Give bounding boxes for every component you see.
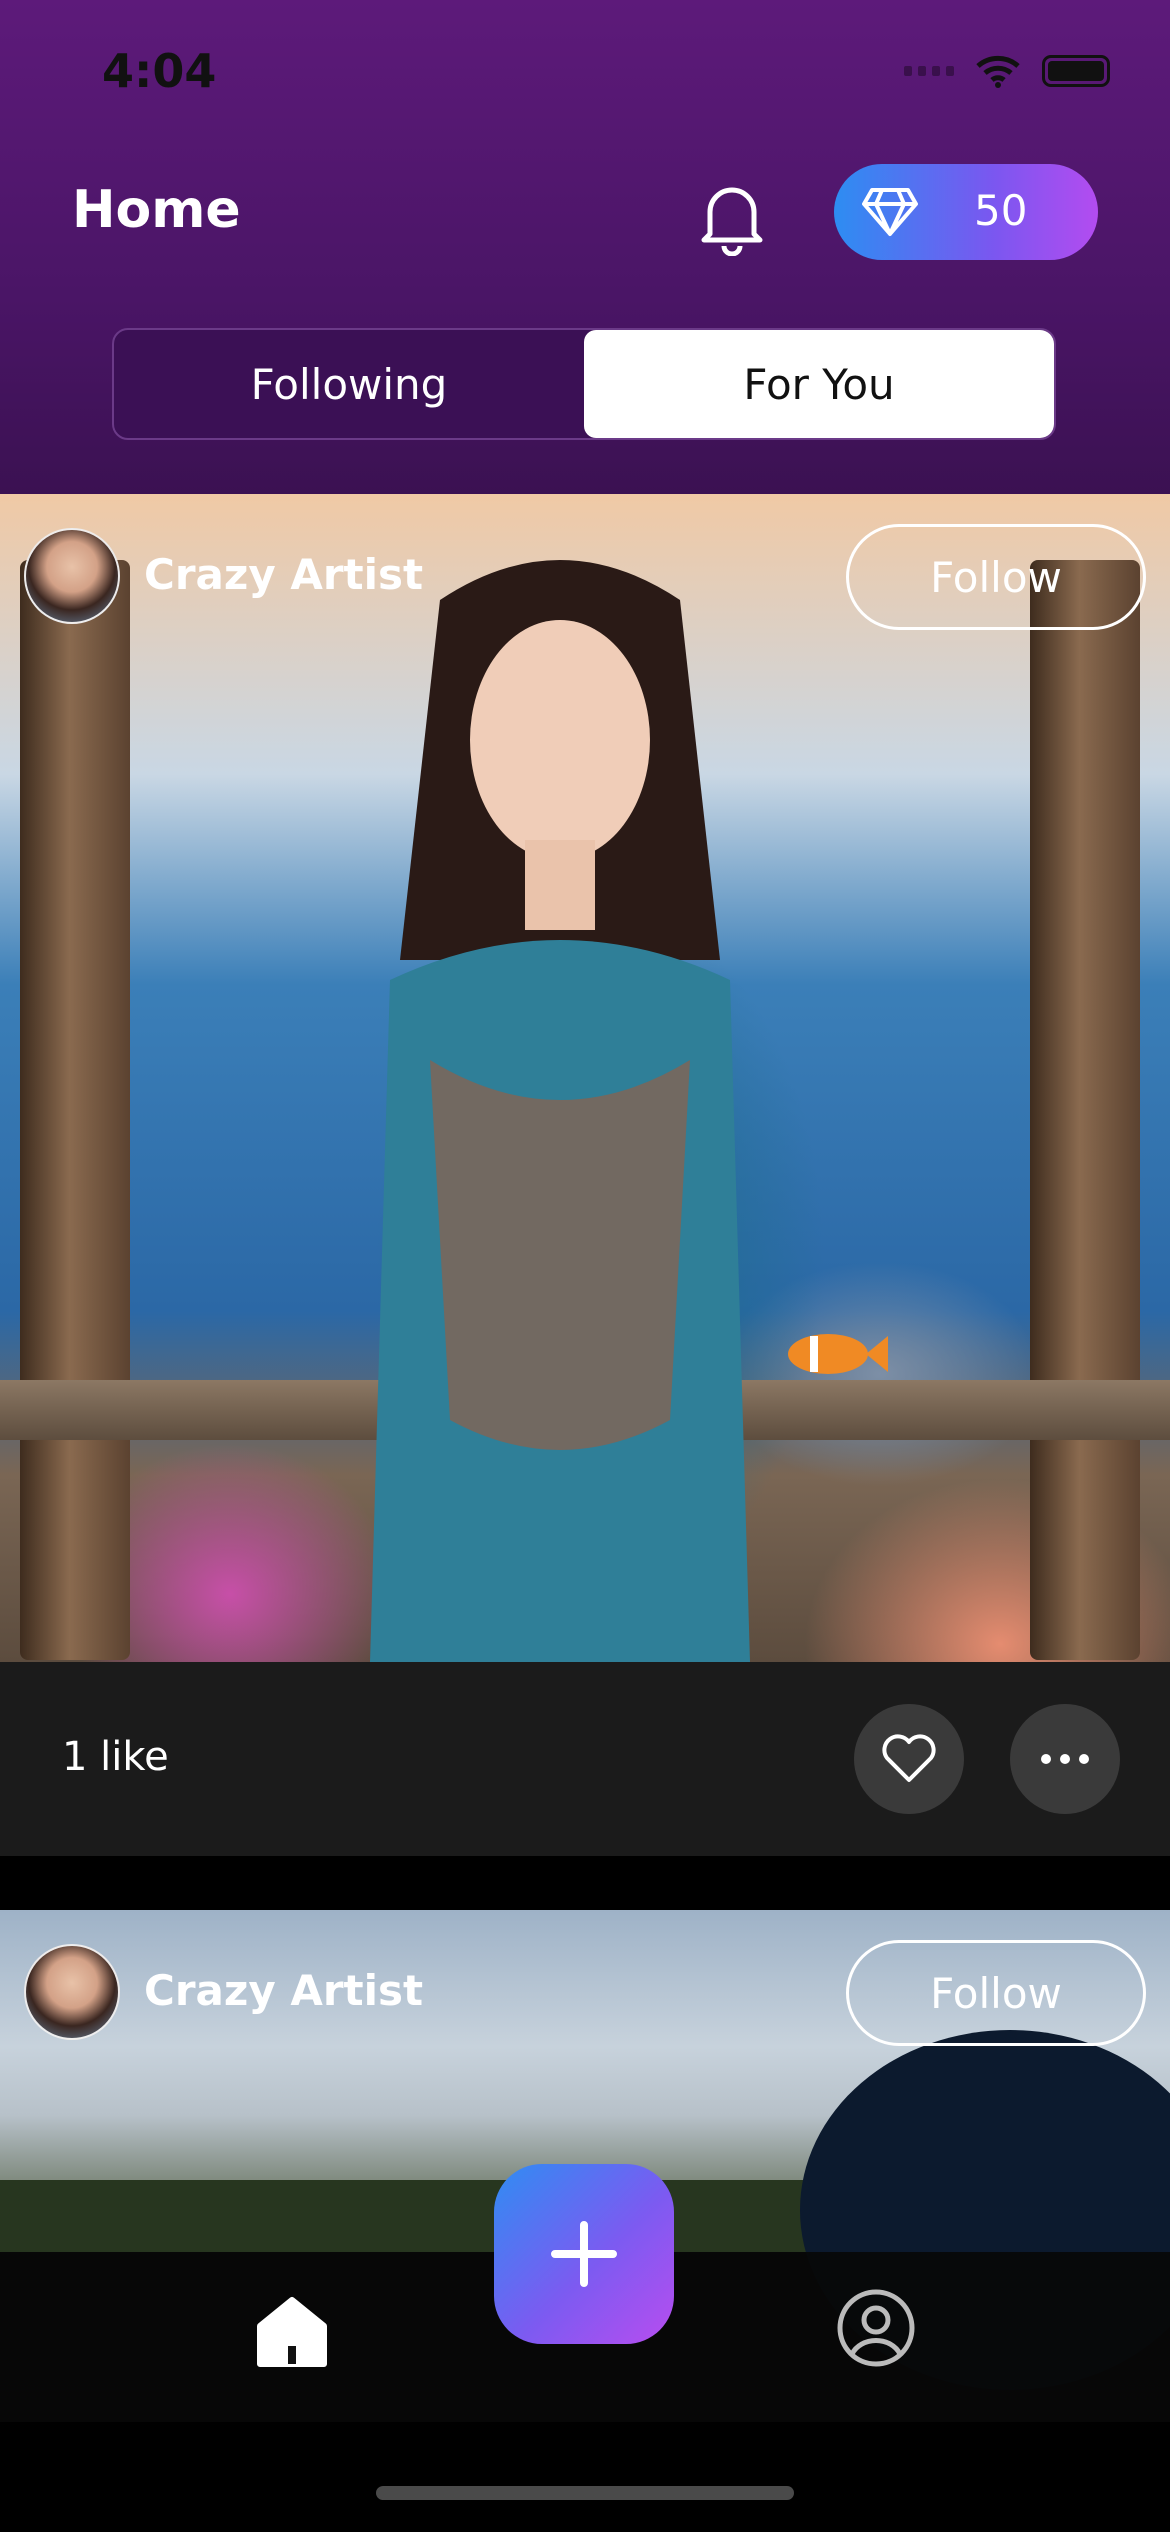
diamond-icon — [862, 188, 918, 236]
signal-icon — [904, 66, 954, 76]
feed-tabs: Following For You — [112, 328, 1056, 440]
home-icon[interactable] — [254, 2294, 330, 2370]
battery-icon — [1042, 55, 1110, 87]
pillar-left — [20, 560, 130, 1660]
post-actions-bar — [0, 1662, 1170, 1856]
avatar[interactable] — [24, 1944, 120, 2040]
ellipsis-icon — [1041, 1754, 1089, 1764]
wifi-icon — [976, 55, 1020, 88]
like-button[interactable] — [854, 1704, 964, 1814]
follow-button[interactable]: Follow — [846, 1940, 1146, 2046]
avatar[interactable] — [24, 528, 120, 624]
portrait-figure — [370, 560, 750, 1662]
gems-balance-button[interactable]: 50 — [834, 164, 1098, 260]
tab-for-you[interactable]: For You — [584, 330, 1054, 438]
fish-icon — [788, 1334, 888, 1374]
header: 4:04 Home 50 Following For You — [0, 0, 1170, 494]
profile-icon[interactable] — [836, 2288, 916, 2368]
pillar-right — [1030, 560, 1140, 1660]
home-indicator — [376, 2486, 794, 2500]
gems-count: 50 — [974, 186, 1028, 235]
heart-icon — [882, 1734, 936, 1782]
author-name[interactable]: Crazy Artist — [144, 550, 423, 599]
status-time: 4:04 — [102, 44, 217, 98]
plus-icon — [551, 2221, 617, 2287]
tab-following[interactable]: Following — [114, 330, 584, 438]
page-title: Home — [72, 180, 241, 240]
follow-button[interactable]: Follow — [846, 524, 1146, 630]
status-icons — [904, 54, 1110, 88]
author-name[interactable]: Crazy Artist — [144, 1966, 423, 2015]
more-options-button[interactable] — [1010, 1704, 1120, 1814]
like-count: 1 like — [62, 1734, 169, 1780]
create-post-button[interactable] — [494, 2164, 674, 2344]
bell-icon[interactable] — [696, 176, 768, 256]
